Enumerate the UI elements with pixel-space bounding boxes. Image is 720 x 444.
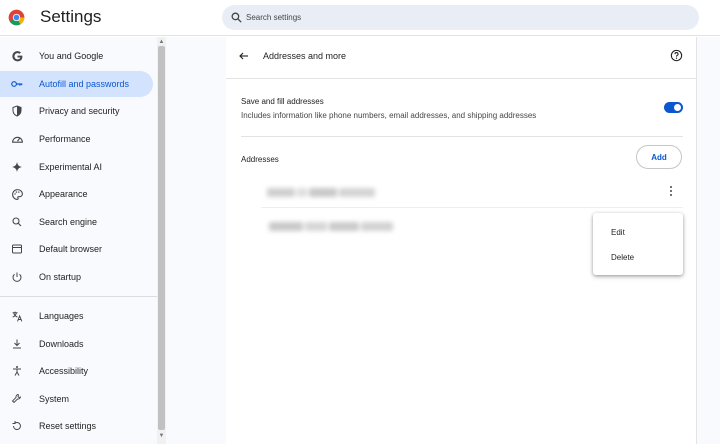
back-arrow-icon[interactable] xyxy=(238,50,250,62)
sidebar-item-reset-settings[interactable]: Reset settings xyxy=(0,413,153,439)
header-divider xyxy=(226,78,696,79)
reset-icon xyxy=(10,419,24,433)
palette-icon xyxy=(10,187,24,201)
accessibility-icon xyxy=(10,364,24,378)
sidebar: You and Google Autofill and passwords Pr… xyxy=(0,37,160,444)
sidebar-item-label: You and Google xyxy=(39,51,104,61)
speedometer-icon xyxy=(10,132,24,146)
sidebar-item-performance[interactable]: Performance xyxy=(0,126,153,152)
address-list-item[interactable] xyxy=(241,176,683,208)
sidebar-divider xyxy=(0,296,160,297)
sidebar-item-label: Experimental AI xyxy=(39,162,103,172)
sidebar-item-label: Search engine xyxy=(39,217,98,227)
translate-icon xyxy=(10,309,24,323)
google-g-icon xyxy=(10,49,24,63)
key-icon xyxy=(10,77,24,91)
sidebar-item-label: Autofill and passwords xyxy=(39,79,130,89)
sidebar-item-autofill-and-passwords[interactable]: Autofill and passwords xyxy=(0,71,153,97)
save-fill-toggle[interactable] xyxy=(664,102,683,113)
sidebar-item-label: Downloads xyxy=(39,339,84,349)
sidebar-item-system[interactable]: System xyxy=(0,386,153,412)
card-right-border xyxy=(696,37,697,444)
search-icon xyxy=(10,215,24,229)
wrench-icon xyxy=(10,392,24,406)
app-title: Settings xyxy=(40,7,102,26)
sidebar-item-on-startup[interactable]: On startup xyxy=(0,264,153,290)
sidebar-item-accessibility[interactable]: Accessibility xyxy=(0,358,153,384)
browser-window-icon xyxy=(10,242,24,256)
redacted-address-text xyxy=(267,188,375,197)
toggle-knob xyxy=(674,104,681,111)
sidebar-item-label: Accessibility xyxy=(39,366,89,376)
help-circle-icon[interactable] xyxy=(670,49,683,62)
search-icon xyxy=(231,12,242,23)
sidebar-item-label: Privacy and security xyxy=(39,106,120,116)
scroll-up-arrow-icon[interactable]: ▲ xyxy=(158,39,165,45)
sidebar-item-appearance[interactable]: Appearance xyxy=(0,181,153,207)
top-header: Settings xyxy=(0,0,720,36)
search-input[interactable] xyxy=(246,9,686,26)
redacted-address-text xyxy=(269,222,393,231)
delete-menu-item[interactable]: Delete xyxy=(593,245,683,269)
section-divider xyxy=(241,136,683,137)
sidebar-item-languages[interactable]: Languages xyxy=(0,303,153,329)
edit-menu-item[interactable]: Edit xyxy=(593,220,683,244)
sidebar-item-label: Reset settings xyxy=(39,421,97,431)
sidebar-item-label: Performance xyxy=(39,134,91,144)
chrome-logo-icon xyxy=(8,9,25,26)
sidebar-item-default-browser[interactable]: Default browser xyxy=(0,236,153,262)
save-fill-description: Includes information like phone numbers,… xyxy=(241,111,537,120)
sparkle-icon xyxy=(10,160,24,174)
sidebar-item-label: Default browser xyxy=(39,244,103,254)
sidebar-item-privacy-and-security[interactable]: Privacy and security xyxy=(0,98,153,124)
page-title: Addresses and more xyxy=(263,51,347,61)
save-fill-title: Save and fill addresses xyxy=(241,97,324,106)
address-context-menu: Edit Delete xyxy=(593,213,683,275)
scroll-down-arrow-icon[interactable]: ▼ xyxy=(158,433,165,439)
addresses-heading: Addresses xyxy=(241,155,279,164)
more-actions-kebab-icon[interactable] xyxy=(666,184,676,198)
sidebar-item-downloads[interactable]: Downloads xyxy=(0,331,153,357)
add-address-button[interactable]: Add xyxy=(636,145,682,169)
sidebar-scrollbar-thumb[interactable] xyxy=(158,46,165,430)
search-box[interactable] xyxy=(222,5,699,30)
sidebar-item-experimental-ai[interactable]: Experimental AI xyxy=(0,154,153,180)
shield-icon xyxy=(10,104,24,118)
sidebar-item-label: Appearance xyxy=(39,189,88,199)
power-icon xyxy=(10,270,24,284)
address-row-divider xyxy=(261,207,683,208)
download-icon xyxy=(10,337,24,351)
sidebar-item-label: System xyxy=(39,394,70,404)
sidebar-item-label: On startup xyxy=(39,272,82,282)
sidebar-item-you-and-google[interactable]: You and Google xyxy=(0,43,153,69)
sidebar-item-label: Languages xyxy=(39,311,84,321)
sidebar-item-search-engine[interactable]: Search engine xyxy=(0,209,153,235)
